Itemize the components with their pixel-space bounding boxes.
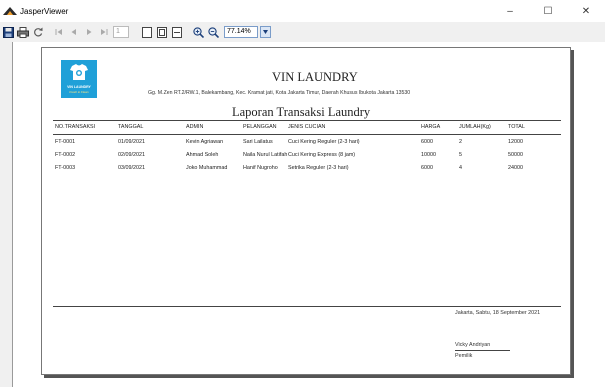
column-header-admin: ADMIN — [186, 124, 204, 130]
printer-icon — [17, 26, 29, 38]
save-button[interactable] — [2, 26, 14, 38]
table-cell: 5 — [459, 152, 462, 158]
logo-tagline: Fresh & Clean — [69, 90, 89, 94]
table-cell: 6000 — [421, 165, 433, 171]
company-name: VIN LAUNDRY — [272, 70, 358, 84]
table-cell: Naila Nurul Latifah — [243, 152, 288, 158]
save-icon — [2, 26, 14, 38]
table-cell: FT-0002 — [55, 152, 76, 158]
table-cell: Cuci Kering Reguler (2-3 hari) — [288, 139, 360, 145]
zoom-out-icon — [207, 26, 219, 38]
logo-name: VIN LAUNDRY — [67, 85, 91, 89]
table-cell: 24000 — [508, 165, 523, 171]
zoom-input[interactable]: 77.14% — [224, 26, 258, 38]
print-button[interactable] — [17, 26, 29, 38]
signer-name: Vicky Andriyan — [455, 342, 491, 348]
chevron-down-icon — [263, 30, 268, 34]
table-cell: 6000 — [421, 139, 433, 145]
column-header-pelanggan: PELANGGAN — [243, 124, 277, 130]
report-title: Laporan Transaksi Laundry — [232, 105, 371, 119]
laundry-logo-icon — [70, 64, 88, 80]
last-page-button[interactable] — [98, 26, 110, 38]
viewer-toolbar: 1 77.14% — [0, 24, 605, 40]
table-cell: Ahmad Soleh — [186, 152, 219, 158]
column-header-harga: HARGA — [421, 124, 441, 130]
column-header-total: TOTAL — [508, 124, 525, 130]
table-cell: 12000 — [508, 139, 523, 145]
reload-icon — [34, 27, 43, 37]
table-cell: 4 — [459, 165, 462, 171]
title-rule — [53, 120, 561, 121]
zoom-in-button[interactable] — [192, 26, 204, 38]
column-header-no-transaksi: NO.TRANSAKSI — [55, 124, 96, 130]
window-controls: – ☐ ✕ — [491, 0, 605, 22]
next-page-icon — [87, 29, 92, 35]
report-date: Jakarta, Sabtu, 18 September 2021 — [455, 310, 541, 316]
company-address: Gg. M.Zen RT.2/RW.1, Balekambang, Kec. K… — [148, 90, 411, 96]
table-cell: 01/09/2021 — [118, 139, 145, 145]
header-rule — [53, 134, 561, 135]
previous-page-button[interactable] — [68, 26, 80, 38]
table-cell: Kevin Agriawan — [186, 139, 224, 145]
table-cell: 03/09/2021 — [118, 165, 145, 171]
maximize-button[interactable]: ☐ — [529, 0, 567, 22]
table-cell: Cuci Kering Express (8 jam) — [288, 152, 356, 158]
zoom-out-button[interactable] — [207, 26, 219, 38]
company-logo: VIN LAUNDRY Fresh & Clean — [61, 60, 97, 98]
window-title: JasperViewer — [20, 6, 69, 16]
signer-role: Pemilik — [455, 353, 473, 359]
table-cell: 2 — [459, 139, 462, 145]
table-cell: FT-0001 — [55, 139, 76, 145]
report-page: VIN LAUNDRY Fresh & Clean VIN LAUNDRY Gg… — [41, 47, 571, 375]
page-number-field[interactable]: 1 — [113, 26, 129, 38]
fit-width-button[interactable] — [171, 26, 183, 38]
column-header-jenis-cucian: JENIS CUCIAN — [288, 124, 326, 130]
last-page-icon — [101, 29, 108, 35]
reload-button[interactable] — [32, 26, 44, 38]
fit-page-button[interactable] — [156, 26, 168, 38]
table-cell: Setrika Reguler (2-3 hari) — [288, 165, 349, 171]
jasper-app-icon — [3, 7, 17, 15]
zoom-dropdown-button[interactable] — [260, 26, 271, 38]
title-bar: JasperViewer – ☐ ✕ — [0, 0, 605, 22]
first-page-icon — [55, 29, 62, 35]
fit-width-icon — [172, 26, 182, 38]
column-header-jumlah: JUMLAH(Kg) — [459, 124, 491, 130]
table-cell: Joko Muhammad — [186, 165, 228, 171]
table-cell: 50000 — [508, 152, 523, 158]
zoom-in-icon — [192, 26, 204, 38]
zoom-combo: 77.14% — [224, 26, 271, 38]
close-button[interactable]: ✕ — [567, 0, 605, 22]
actual-size-button[interactable] — [141, 26, 153, 38]
jasper-viewer-window: JasperViewer – ☐ ✕ 1 77.14% VIN LAUNDRY … — [0, 0, 605, 387]
first-page-button[interactable] — [53, 26, 65, 38]
footer-rule — [53, 306, 561, 307]
table-cell: 10000 — [421, 152, 436, 158]
table-cell: 02/09/2021 — [118, 152, 145, 158]
viewport-left-border — [12, 42, 13, 387]
next-page-button[interactable] — [83, 26, 95, 38]
signature-rule — [455, 350, 510, 351]
minimize-button[interactable]: – — [491, 0, 529, 22]
previous-page-icon — [71, 29, 76, 35]
table-cell: Sari Lailatus — [243, 139, 273, 145]
table-cell: FT-0003 — [55, 165, 76, 171]
table-cell: Hanif Nugroho — [243, 165, 278, 171]
column-header-tanggal: TANGGAL — [118, 124, 144, 130]
fit-page-icon — [157, 26, 167, 38]
actual-size-icon — [142, 26, 152, 38]
